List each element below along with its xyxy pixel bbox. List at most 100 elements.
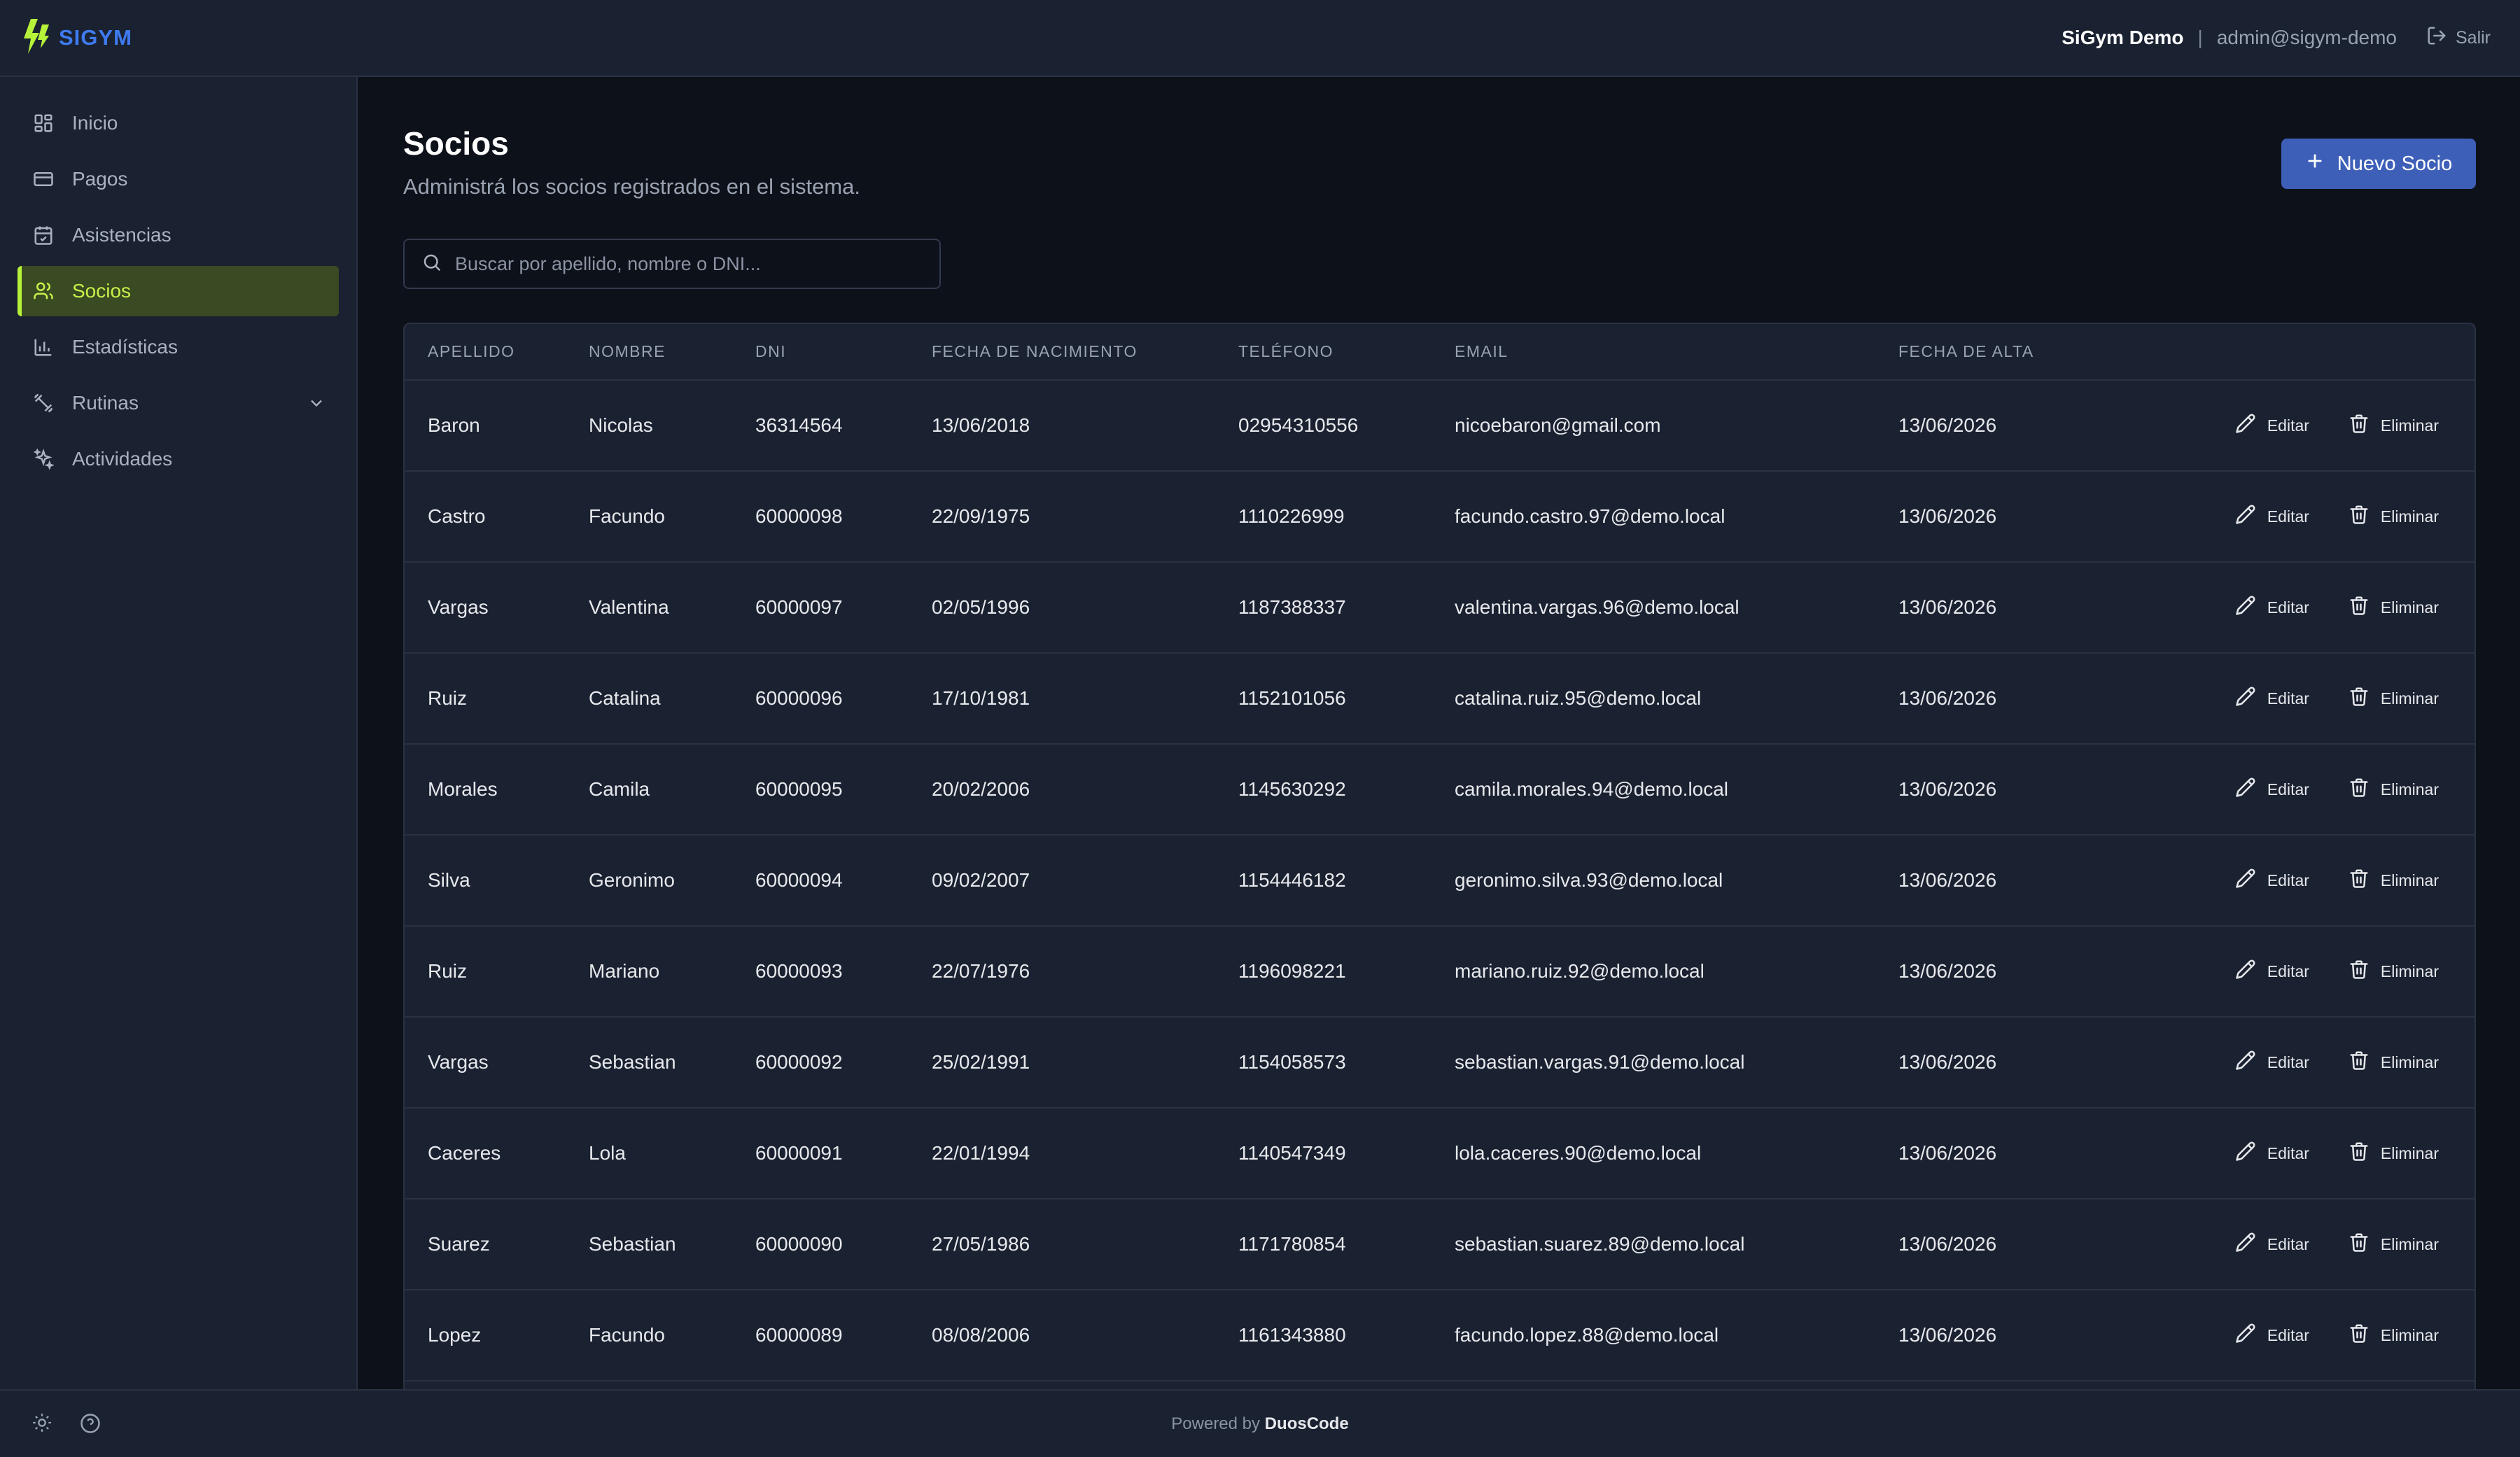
pencil-icon: [2235, 595, 2256, 620]
sidebar-nav: Inicio Pagos Asistencias Socios Estadíst…: [0, 77, 356, 484]
cell-nombre: Mariano: [566, 926, 732, 1018]
cell-actions: Editar Eliminar: [2106, 926, 2474, 1018]
plus-icon: [2305, 151, 2325, 176]
row-actions: Editar Eliminar: [2129, 868, 2474, 893]
cell-nombre: Geronimo: [566, 835, 732, 927]
delete-button[interactable]: Eliminar: [2348, 777, 2439, 802]
delete-label: Eliminar: [2380, 507, 2439, 526]
edit-button[interactable]: Editar: [2235, 1232, 2309, 1257]
cell-dni: 60000098: [732, 471, 909, 563]
credit-card-icon: [33, 169, 54, 190]
cell-email: sebastian.suarez.89@demo.local: [1432, 1199, 1875, 1290]
sidebar-item-rutinas[interactable]: Rutinas: [18, 378, 339, 428]
delete-button[interactable]: Eliminar: [2348, 1232, 2439, 1257]
sidebar-item-inicio[interactable]: Inicio: [18, 98, 339, 148]
header-user-name: SiGym Demo: [2062, 27, 2184, 48]
cell-actions: Editar Eliminar: [2106, 1199, 2474, 1290]
cell-apellido: Ruiz: [405, 926, 566, 1018]
cell-dni: 60000091: [732, 1108, 909, 1199]
edit-button[interactable]: Editar: [2235, 413, 2309, 438]
edit-button[interactable]: Editar: [2235, 1141, 2309, 1166]
edit-button[interactable]: Editar: [2235, 868, 2309, 893]
table-row: Silva Geronimo 60000094 09/02/2007 115444618…: [405, 835, 2474, 927]
cell-nombre: Lola: [566, 1108, 732, 1199]
users-icon: [33, 281, 54, 302]
table-row: Suarez Sebastian 60000090 27/05/1986 1171780…: [405, 1199, 2474, 1290]
column-header-fecha-nacimiento[interactable]: FECHA DE NACIMIENTO: [909, 324, 1215, 381]
cell-apellido: Morales: [405, 744, 566, 836]
delete-button[interactable]: Eliminar: [2348, 1050, 2439, 1075]
sidebar-item-pagos[interactable]: Pagos: [18, 154, 339, 204]
column-header-fecha-alta[interactable]: FECHA DE ALTA: [1875, 324, 2106, 381]
brand-logo[interactable]: SIGYM: [21, 17, 132, 59]
cell-telefono: 1145630292: [1215, 744, 1432, 836]
delete-button[interactable]: Eliminar: [2348, 595, 2439, 620]
column-header-dni[interactable]: DNI: [732, 324, 909, 381]
cell-actions: Editar Eliminar: [2106, 471, 2474, 563]
cell-email: facundo.castro.97@demo.local: [1432, 471, 1875, 563]
cell-actions: Editar Eliminar: [2106, 380, 2474, 472]
cell-fecha-nacimiento: [909, 1381, 1215, 1389]
column-header-email[interactable]: EMAIL: [1432, 324, 1875, 381]
table-row: Lopez Facundo 60000089 08/08/2006 1161343880…: [405, 1290, 2474, 1381]
top-header: SIGYM SiGym Demo | admin@sigym-demo Sali…: [0, 0, 2520, 77]
cell-email: catalina.ruiz.95@demo.local: [1432, 653, 1875, 745]
cell-fecha-nacimiento: 13/06/2018: [909, 380, 1215, 472]
main-content: Socios Administrá los socios registrados…: [359, 78, 2520, 1389]
delete-button[interactable]: Eliminar: [2348, 413, 2439, 438]
pencil-icon: [2235, 777, 2256, 802]
trash-icon: [2348, 959, 2370, 984]
cell-fecha-alta: 13/06/2026: [1875, 1108, 2106, 1199]
row-actions: Editar Eliminar: [2129, 686, 2474, 711]
logout-button[interactable]: Salir: [2426, 25, 2491, 51]
row-actions: Editar Eliminar: [2129, 413, 2474, 438]
cell-apellido: Silva: [405, 835, 566, 927]
delete-button[interactable]: Eliminar: [2348, 1141, 2439, 1166]
search-input[interactable]: [455, 253, 939, 275]
table-row: Caceres Lola 60000091 22/01/1994 1140547349 l…: [405, 1108, 2474, 1199]
chevron-down-icon[interactable]: [307, 393, 326, 418]
delete-button[interactable]: Eliminar: [2348, 1323, 2439, 1348]
cell-dni: 36314564: [732, 380, 909, 472]
sidebar-item-estadisticas[interactable]: Estadísticas: [18, 322, 339, 372]
powered-by-brand[interactable]: DuosCode: [1265, 1414, 1349, 1433]
delete-button[interactable]: Eliminar: [2348, 959, 2439, 984]
edit-button[interactable]: Editar: [2235, 595, 2309, 620]
delete-button[interactable]: Eliminar: [2348, 868, 2439, 893]
edit-label: Editar: [2267, 416, 2309, 435]
column-header-apellido[interactable]: APELLIDO: [405, 324, 566, 381]
delete-button[interactable]: Eliminar: [2348, 504, 2439, 529]
table-row: [405, 1381, 2474, 1389]
delete-button[interactable]: Eliminar: [2348, 686, 2439, 711]
sidebar-item-actividades[interactable]: Actividades: [18, 434, 339, 484]
edit-button[interactable]: Editar: [2235, 504, 2309, 529]
cell-fecha-nacimiento: 22/01/1994: [909, 1108, 1215, 1199]
column-header-telefono[interactable]: TELÉFONO: [1215, 324, 1432, 381]
cell-fecha-nacimiento: 17/10/1981: [909, 653, 1215, 745]
cell-apellido: Lopez: [405, 1290, 566, 1381]
cell-nombre: Sebastian: [566, 1199, 732, 1290]
search-box: [403, 239, 941, 289]
table-row: Baron Nicolas 36314564 13/06/2018 0295431055…: [405, 380, 2474, 472]
edit-button[interactable]: Editar: [2235, 1050, 2309, 1075]
pencil-icon: [2235, 413, 2256, 438]
logout-icon: [2426, 25, 2447, 51]
edit-button[interactable]: Editar: [2235, 777, 2309, 802]
cell-fecha-nacimiento: 22/07/1976: [909, 926, 1215, 1018]
cell-telefono: 02954310556: [1215, 380, 1432, 472]
cell-telefono: 1196098221: [1215, 926, 1432, 1018]
cell-nombre: Camila: [566, 744, 732, 836]
cell-apellido: [405, 1381, 566, 1389]
sidebar-item-asistencias[interactable]: Asistencias: [18, 210, 339, 260]
edit-button[interactable]: Editar: [2235, 686, 2309, 711]
edit-button[interactable]: Editar: [2235, 1323, 2309, 1348]
new-member-button[interactable]: Nuevo Socio: [2281, 139, 2476, 189]
table-row: Castro Facundo 60000098 22/09/1975 111022699…: [405, 471, 2474, 563]
cell-email: camila.morales.94@demo.local: [1432, 744, 1875, 836]
sidebar-item-socios[interactable]: Socios: [18, 266, 339, 316]
cell-actions: Editar Eliminar: [2106, 1108, 2474, 1199]
cell-dni: 60000092: [732, 1017, 909, 1108]
column-header-nombre[interactable]: NOMBRE: [566, 324, 732, 381]
edit-label: Editar: [2267, 780, 2309, 798]
edit-button[interactable]: Editar: [2235, 959, 2309, 984]
